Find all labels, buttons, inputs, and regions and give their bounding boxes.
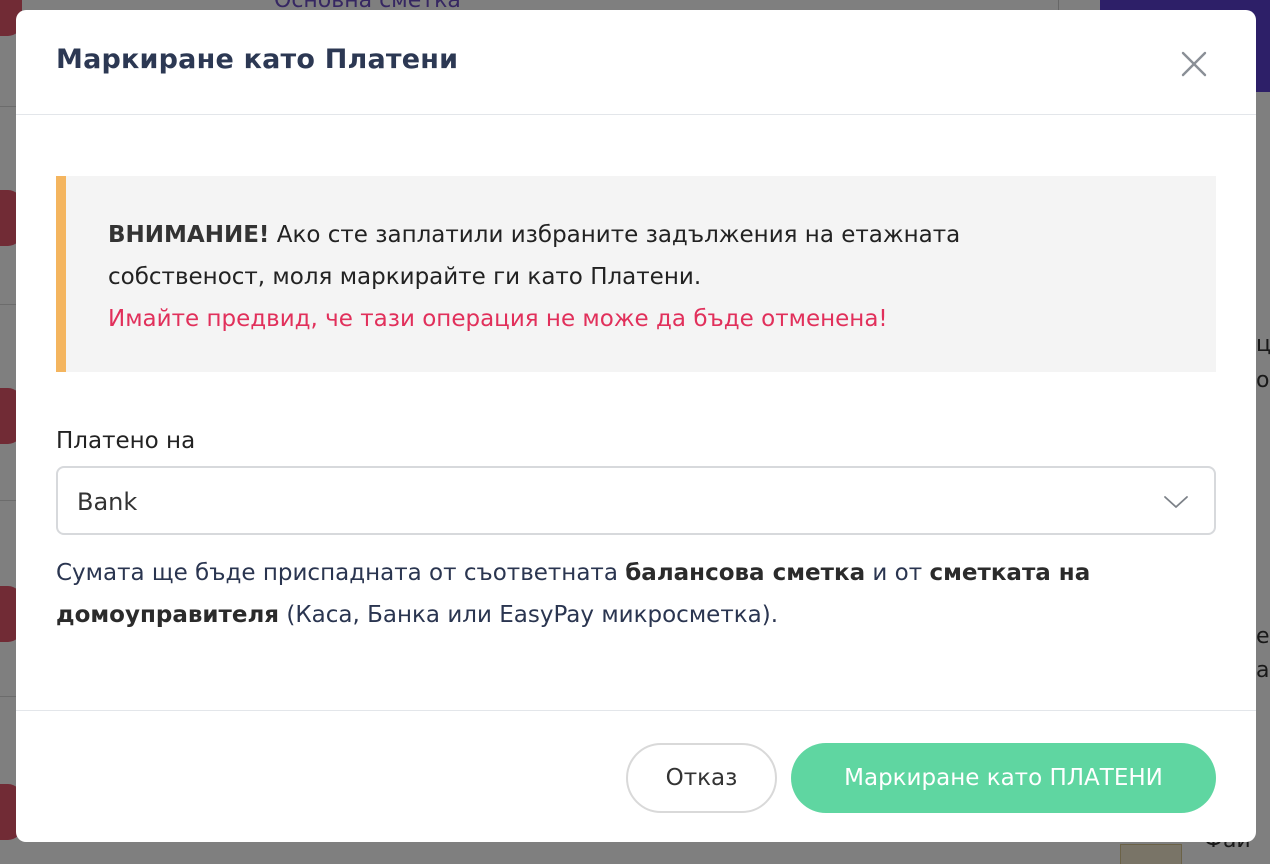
alert-warning-label: ВНИМАНИЕ!: [108, 222, 270, 248]
alert-message-line2: собственост, моля маркирайте ги като Пла…: [108, 264, 702, 290]
modal-title: Маркиране като Платени: [56, 44, 459, 75]
chevron-down-icon: [1164, 496, 1188, 508]
info-text-part: (Каса, Банка или EasyPay микросметка).: [279, 602, 778, 628]
modal-header: Маркиране като Платени: [16, 10, 1256, 115]
close-icon: [1181, 51, 1207, 77]
info-text-part: Сумата ще бъде приспаднатa от съответнат…: [56, 560, 626, 586]
alert-danger-text: Имайте предвид, че тази операция не може…: [108, 306, 888, 332]
paid-to-select[interactable]: Bank: [56, 466, 1216, 535]
cancel-button[interactable]: Отказ: [626, 743, 777, 813]
close-button[interactable]: [1172, 42, 1216, 86]
info-text-part: и от: [865, 560, 930, 586]
paid-to-selected-value: Bank: [77, 488, 138, 516]
warning-alert: ВНИМАНИЕ! Ако сте заплатили избраните за…: [56, 176, 1216, 372]
mark-as-paid-modal: Маркиране като Платени ВНИМАНИЕ! Ако сте…: [16, 10, 1256, 842]
modal-footer: Отказ Маркиране като ПЛАТЕНИ: [16, 710, 1256, 842]
modal-body: ВНИМАНИЕ! Ако сте заплатили избраните за…: [16, 116, 1256, 712]
alert-message-line1: Ако сте заплатили избраните задължения н…: [276, 222, 961, 248]
info-text: Сумата ще бъде приспаднатa от съответнат…: [56, 552, 1226, 636]
balance-account-emphasis: балансова сметка: [625, 560, 866, 586]
mark-as-paid-button[interactable]: Маркиране като ПЛАТЕНИ: [791, 743, 1216, 813]
alert-line: ВНИМАНИЕ! Ако сте заплатили избраните за…: [108, 214, 1176, 256]
paid-to-label: Платено на: [56, 428, 196, 454]
